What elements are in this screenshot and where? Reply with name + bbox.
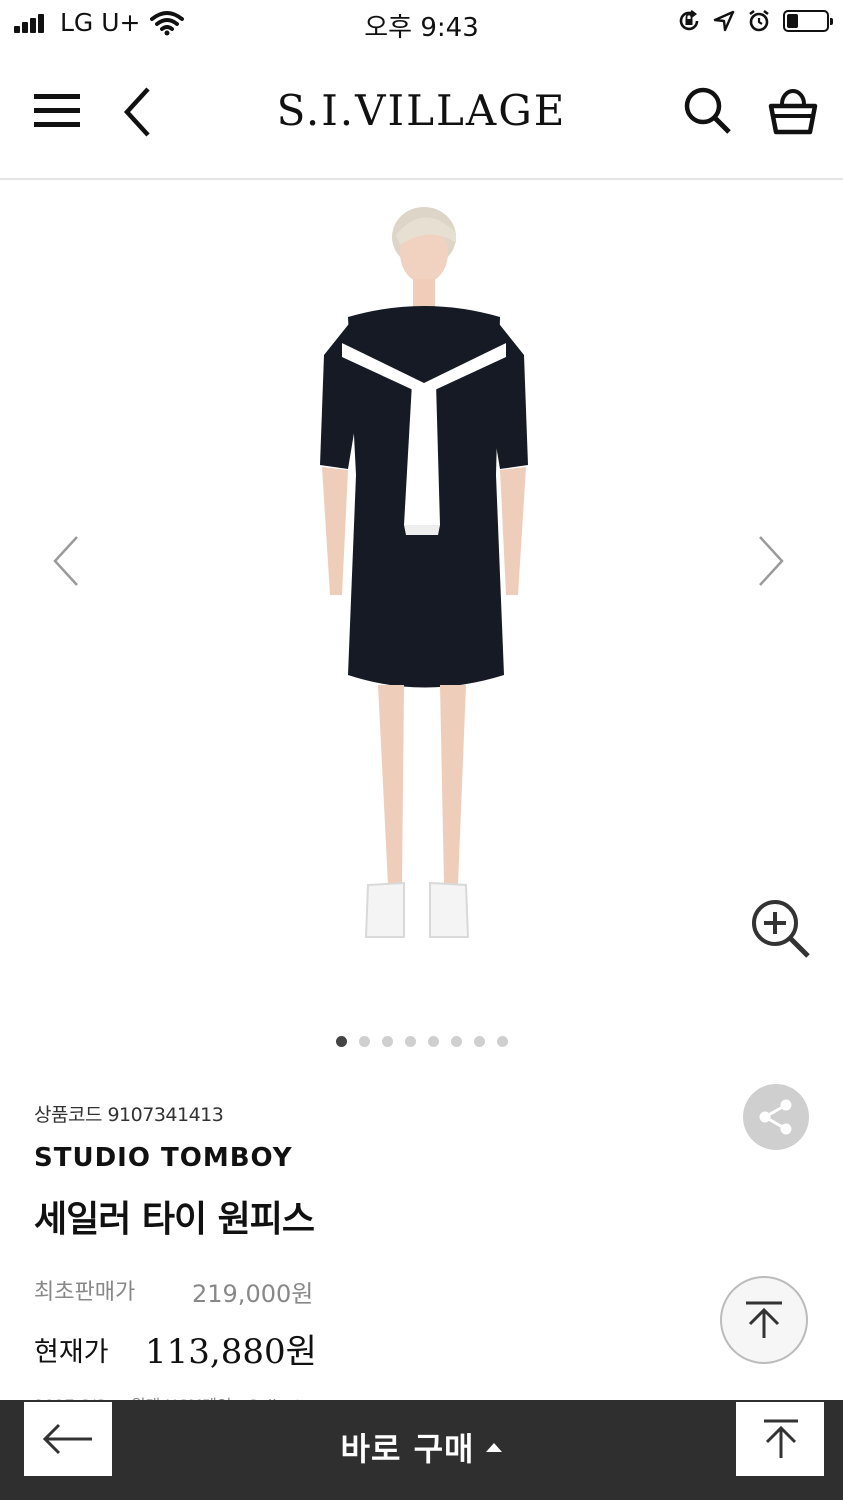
caret-up-icon [486,1442,503,1452]
slide-dot[interactable] [381,1036,393,1047]
share-icon [759,1099,792,1135]
slide-indicator [0,1032,843,1051]
zoom-in-icon[interactable] [750,898,812,960]
current-price-label: 현재가 [34,1337,109,1368]
slide-dot[interactable] [496,1036,508,1047]
product-image[interactable] [300,195,540,955]
prev-arrow-icon[interactable] [52,535,80,587]
product-name: 세일러 타이 원피스 [34,1199,315,1240]
search-icon[interactable] [683,86,733,136]
battery-icon [783,10,833,32]
original-price-label: 최초판매가 [34,1280,136,1305]
rotation-lock-icon [679,10,699,31]
alarm-icon [749,9,769,32]
product-code: 상품코드 9107341413 [34,1104,224,1126]
buy-now-button[interactable]: 바로 구매 [0,1424,843,1470]
scroll-top-button[interactable] [720,1276,808,1364]
slide-dot[interactable] [404,1036,416,1047]
buy-now-label: 바로 구매 [340,1430,475,1468]
header: S.I.VILLAGE [0,48,843,180]
scroll-top-icon [764,1419,798,1458]
slide-dot[interactable] [473,1036,485,1047]
shopping-bag-icon[interactable] [768,86,818,136]
current-price: 113,880원 [145,1332,317,1372]
original-price: 219,000원 [192,1280,314,1308]
product-gallery[interactable] [0,180,843,1060]
status-bar: LG U+ 오후 9:43 [0,0,843,48]
brand-name[interactable]: STUDIO TOMBOY [34,1143,293,1173]
slide-dot[interactable] [427,1036,439,1047]
share-button[interactable] [743,1084,809,1150]
slide-dot[interactable] [358,1036,370,1047]
next-arrow-icon[interactable] [757,535,785,587]
slide-dot[interactable] [335,1036,347,1047]
location-icon [713,10,735,32]
truncated-description: 2017 S/S ··· 원래 UCM메인 · Collect [34,1392,302,1400]
slide-dot[interactable] [450,1036,462,1047]
arrow-to-top-icon [746,1301,782,1338]
scroll-top-bar-button[interactable] [736,1402,824,1476]
